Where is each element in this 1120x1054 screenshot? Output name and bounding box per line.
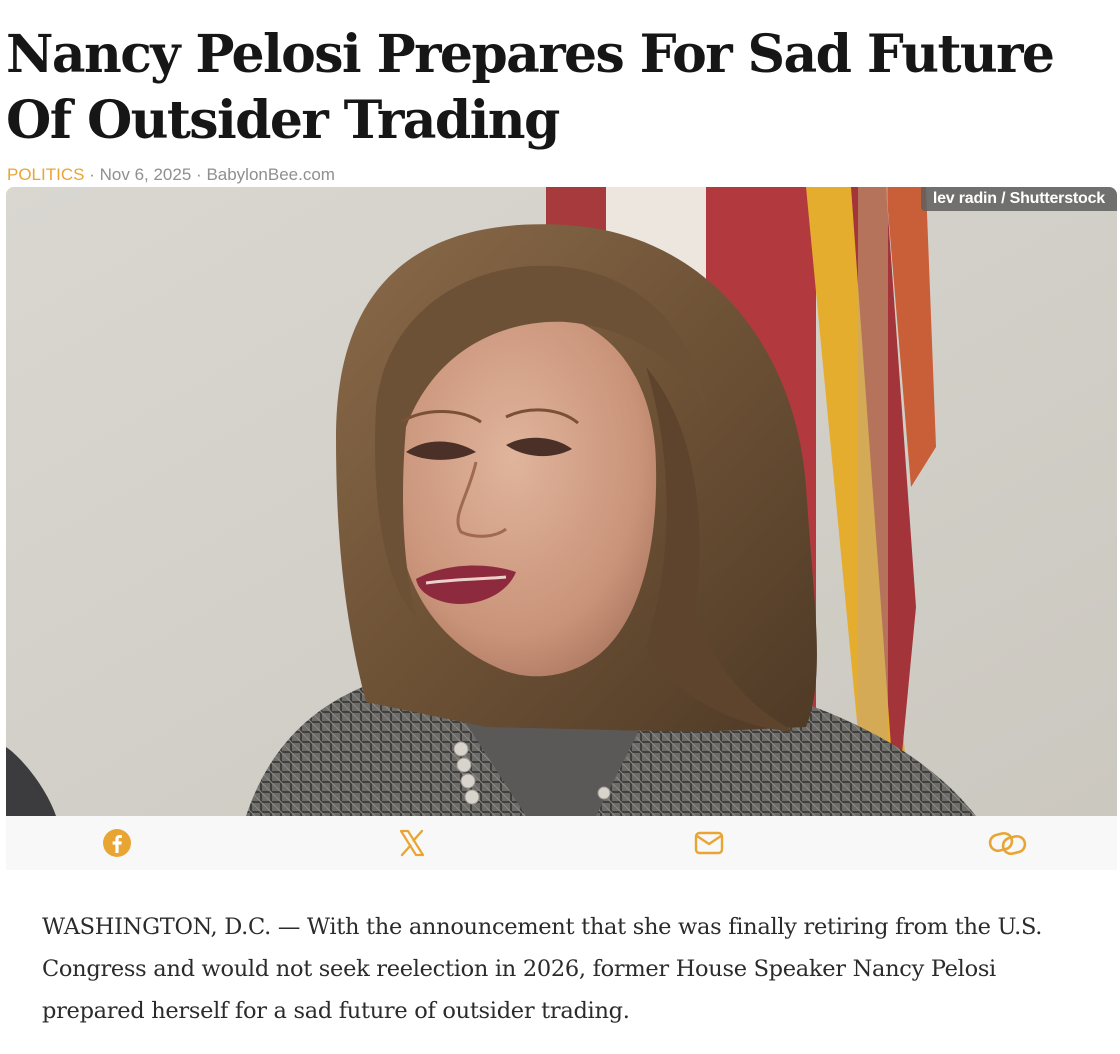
category-link[interactable]: POLITICS [7, 165, 84, 184]
article-meta: POLITICS · Nov 6, 2025 · BabylonBee.com [7, 164, 335, 186]
hero-photo [6, 187, 1117, 816]
share-bar [6, 816, 1117, 870]
share-email-button[interactable] [694, 828, 724, 858]
article-body: WASHINGTON, D.C. — With the announcement… [6, 870, 1117, 1054]
image-credit: lev radin / Shutterstock [920, 187, 1117, 211]
meta-separator: · [196, 165, 202, 184]
copy-link-button[interactable] [988, 828, 1028, 858]
email-icon [694, 831, 724, 855]
article-date: Nov 6, 2025 [99, 165, 192, 184]
share-facebook-button[interactable] [102, 828, 132, 858]
share-x-button[interactable] [397, 828, 427, 858]
article-source: BabylonBee.com [206, 165, 335, 184]
x-icon [399, 829, 425, 857]
facebook-icon [103, 829, 131, 857]
article-headline: Nancy Pelosi Prepares For Sad Future Of … [6, 24, 1055, 151]
meta-separator: · [89, 165, 95, 184]
article-paragraph: WASHINGTON, D.C. — With the announcement… [42, 914, 1043, 1024]
hero-image: lev radin / Shutterstock [6, 187, 1117, 816]
link-icon [988, 831, 1027, 856]
